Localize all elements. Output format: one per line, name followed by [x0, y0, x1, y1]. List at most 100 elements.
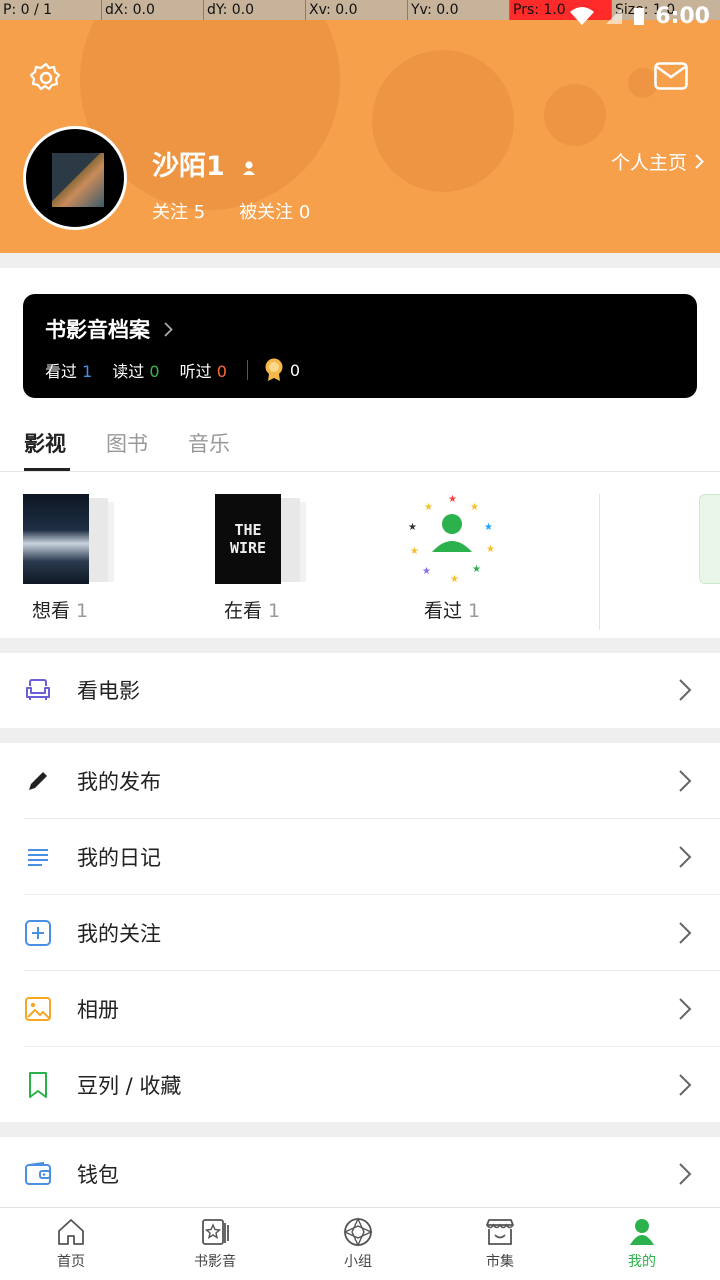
menu-label: 我的日记 — [77, 846, 161, 870]
svg-text:★: ★ — [424, 502, 433, 513]
personal-homepage-link[interactable]: 个人主页 — [611, 148, 704, 175]
tab-books[interactable]: 图书 — [106, 428, 148, 458]
bottom-navigation: 首页 书影音 小组 市集 我的 — [0, 1207, 720, 1280]
avatar[interactable] — [23, 126, 127, 230]
active-tab-indicator — [24, 468, 70, 471]
mail-icon[interactable] — [654, 62, 688, 90]
shelf-watched[interactable]: ★ ★ ★ ★ ★ ★ ★ ★ ★ ★ 看过 1 — [372, 494, 532, 634]
debug-dy: dY: 0.0 — [204, 0, 306, 20]
nav-label: 小组 — [344, 1254, 372, 1270]
shelf-want-to-watch[interactable]: 想看 1 — [0, 494, 140, 634]
shelf-label: 想看 1 — [0, 596, 140, 623]
svg-text:★: ★ — [422, 566, 431, 577]
menu-my-posts[interactable]: 我的发布 — [0, 743, 720, 819]
status-bar-icons: 6:00 — [569, 0, 710, 32]
shelf-label: 在看 1 — [172, 596, 332, 623]
stat-listened[interactable]: 听过 0 — [180, 358, 227, 382]
medal-icon — [265, 358, 283, 381]
shelf-label: 看过 1 — [372, 596, 532, 623]
svg-text:★: ★ — [408, 522, 417, 533]
stat-label: 读过 — [112, 362, 145, 381]
header-decoration — [544, 84, 606, 146]
avatar-image — [52, 153, 104, 207]
menu-watch-movies[interactable]: 看电影 — [0, 652, 720, 728]
tab-film[interactable]: 影视 — [24, 428, 66, 458]
archive-card[interactable]: 书影音档案 看过 1 读过 0 听过 0 0 — [23, 294, 697, 398]
poster-maleficent — [23, 494, 89, 584]
user-badge-icon — [242, 152, 256, 183]
menu-wallet[interactable]: 钱包 — [0, 1136, 720, 1212]
menu-doulist-favorites[interactable]: 豆列 / 收藏 — [0, 1047, 720, 1123]
menu-label: 钱包 — [77, 1163, 119, 1187]
poster-title: THE WIRE — [229, 521, 267, 557]
profile-username: 沙陌1 — [152, 144, 256, 183]
followers-label: 被关注 — [239, 202, 294, 223]
svg-text:★: ★ — [450, 574, 459, 585]
nav-home[interactable]: 首页 — [21, 1216, 121, 1271]
debug-dx: dX: 0.0 — [102, 0, 204, 20]
nav-groups[interactable]: 小组 — [308, 1216, 408, 1271]
shelf-label-text: 在看 — [223, 600, 262, 622]
image-icon — [25, 997, 51, 1021]
home-link-label: 个人主页 — [610, 152, 687, 174]
settings-gear-icon[interactable] — [28, 60, 64, 96]
following-label: 关注 — [152, 202, 188, 223]
signal-icon — [606, 8, 623, 24]
chevron-right-icon — [679, 770, 692, 792]
menu-label: 豆列 / 收藏 — [77, 1074, 182, 1098]
shelf-watching[interactable]: THE WIRE 在看 1 — [172, 494, 332, 634]
stats-divider — [246, 360, 248, 380]
menu-label: 看电影 — [77, 679, 140, 703]
svg-text:★: ★ — [472, 564, 481, 575]
badge-stat[interactable]: 0 — [264, 358, 300, 382]
media-icon — [202, 1219, 229, 1245]
shelf-count: 1 — [75, 600, 89, 622]
chevron-right-icon — [679, 998, 692, 1020]
me-icon — [630, 1219, 654, 1245]
debug-yv: Yv: 0.0 — [408, 0, 510, 20]
nav-media[interactable]: 书影音 — [165, 1216, 265, 1271]
following-link[interactable]: 关注 5 — [152, 198, 205, 224]
svg-text:★: ★ — [448, 494, 457, 505]
svg-text:★: ★ — [410, 546, 419, 557]
tab-music[interactable]: 音乐 — [188, 428, 230, 458]
shelf-divider — [599, 494, 600, 630]
stat-read[interactable]: 读过 0 — [112, 358, 159, 382]
menu-my-diary[interactable]: 我的日记 — [0, 819, 720, 895]
poster-the-wire: THE WIRE — [215, 494, 281, 584]
stat-watched[interactable]: 看过 1 — [45, 358, 92, 382]
plus-box-icon — [25, 920, 51, 946]
followers-count: 0 — [298, 202, 311, 223]
bookmark-icon — [29, 1072, 47, 1098]
group-icon — [343, 1217, 373, 1247]
shelf-count: 1 — [467, 600, 481, 622]
menu-my-follows[interactable]: 我的关注 — [0, 895, 720, 971]
shelf-count: 1 — [267, 600, 281, 622]
battery-icon — [634, 8, 645, 25]
sofa-icon — [26, 679, 50, 700]
debug-xv: Xv: 0.0 — [306, 0, 408, 20]
chevron-right-icon — [679, 1074, 692, 1096]
archive-title: 书影音档案 — [45, 314, 173, 344]
nav-me[interactable]: 我的 — [592, 1216, 692, 1271]
shelf-label-text: 看过 — [423, 600, 462, 622]
pencil-icon — [29, 772, 47, 790]
chevron-right-icon — [679, 922, 692, 944]
chevron-right-icon — [679, 1163, 692, 1185]
stat-value: 1 — [82, 362, 93, 381]
svg-text:★: ★ — [486, 544, 495, 555]
menu-label: 我的发布 — [77, 770, 161, 794]
next-shelf-card[interactable] — [699, 494, 720, 584]
menu-album[interactable]: 相册 — [0, 971, 720, 1047]
chevron-right-icon — [679, 679, 692, 701]
menu-label: 我的关注 — [77, 922, 161, 946]
svg-text:★: ★ — [484, 522, 493, 533]
status-time: 6:00 — [655, 3, 710, 29]
archive-title-text: 书影音档案 — [45, 318, 150, 342]
follow-counts: 关注 5 被关注 0 — [152, 198, 310, 224]
wallet-icon — [25, 1161, 51, 1185]
nav-label: 首页 — [57, 1254, 85, 1270]
chevron-right-icon — [695, 154, 704, 169]
followers-link[interactable]: 被关注 0 — [239, 198, 310, 224]
nav-market[interactable]: 市集 — [450, 1216, 550, 1271]
